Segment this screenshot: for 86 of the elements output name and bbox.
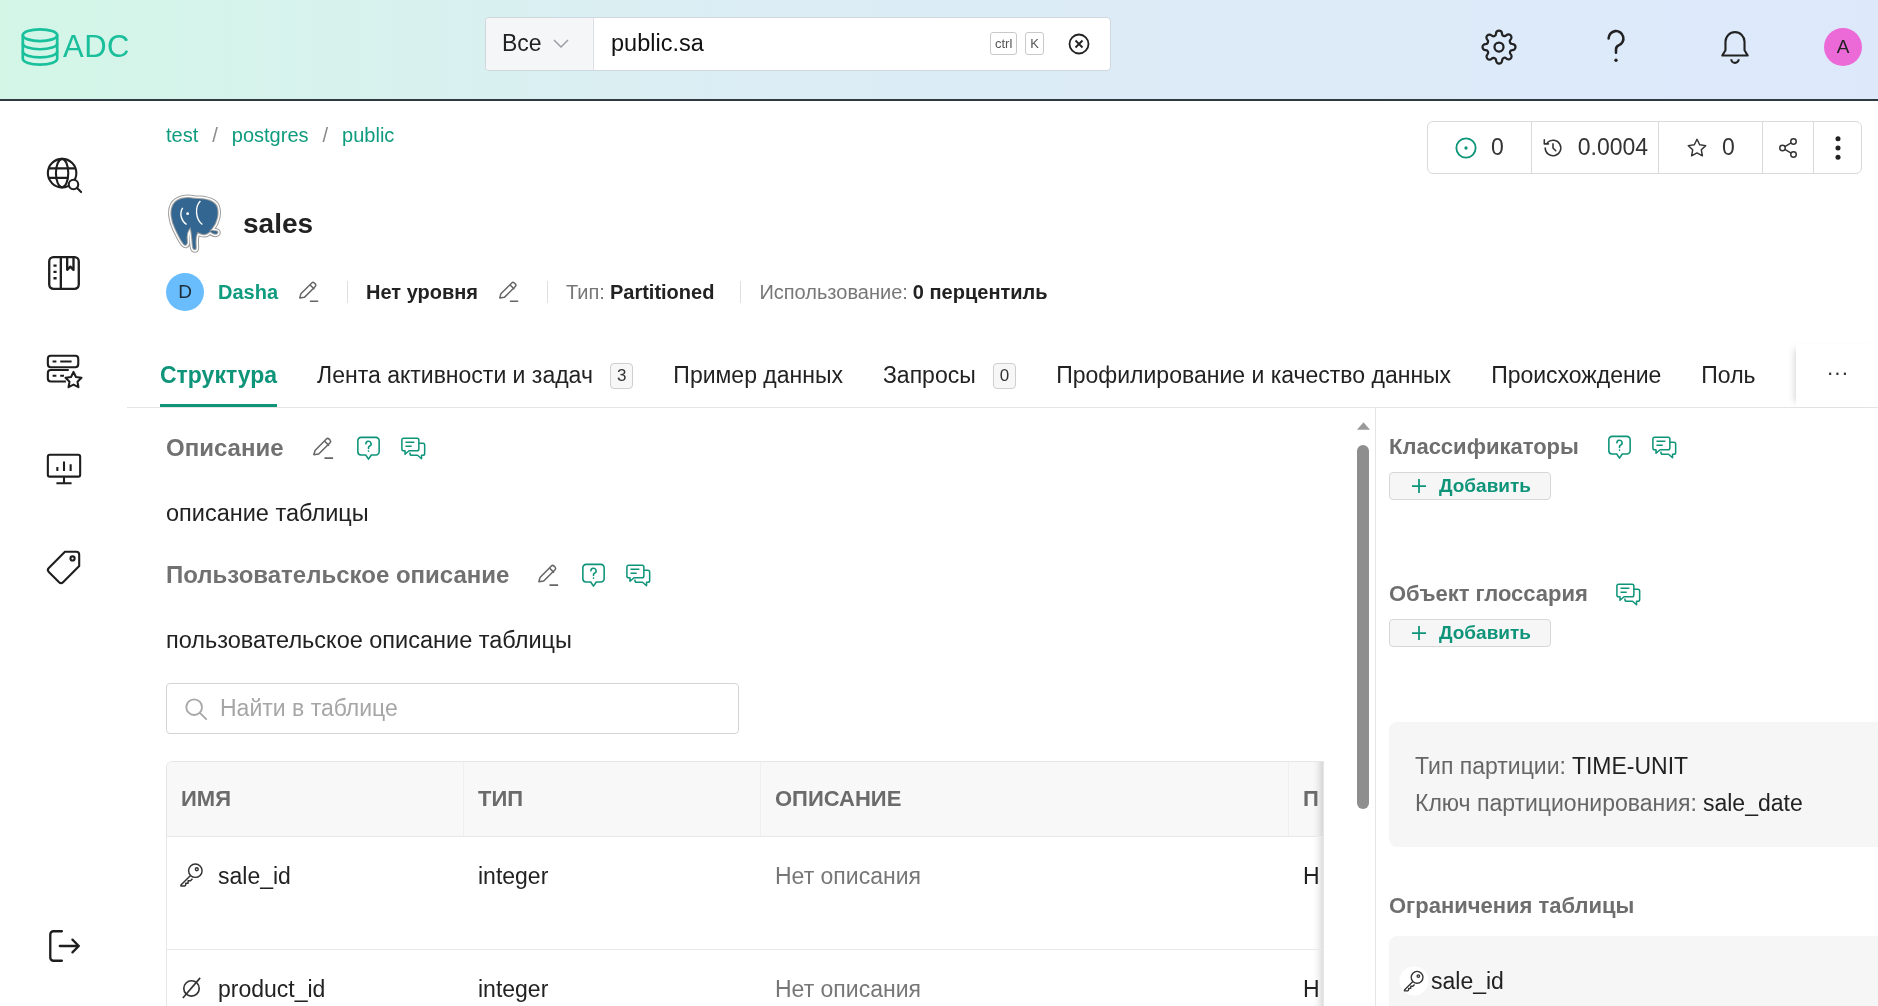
type-label: Тип: bbox=[566, 280, 605, 304]
table-cell: sale_id bbox=[218, 864, 291, 888]
section-title: Пользовательское описание bbox=[166, 561, 510, 589]
tag-icon[interactable] bbox=[44, 548, 83, 586]
scroll-up-arrow-icon[interactable] bbox=[1357, 422, 1370, 430]
column-header: ОПИСАНИЕ bbox=[761, 762, 1289, 836]
key-icon bbox=[179, 862, 204, 887]
help-bubble-icon[interactable] bbox=[1606, 434, 1632, 460]
help-icon[interactable] bbox=[1605, 28, 1627, 65]
description-text: описание таблицы bbox=[166, 500, 370, 526]
field-label: Тип партиции: bbox=[1415, 753, 1566, 779]
add-button[interactable]: Добавить bbox=[1389, 472, 1551, 500]
search-icon bbox=[184, 696, 208, 721]
plus-icon bbox=[1412, 626, 1426, 640]
table-cell-text: integer bbox=[477, 975, 550, 1004]
elephant-icon bbox=[166, 194, 223, 253]
tab[interactable]: Поль bbox=[1701, 344, 1756, 407]
field-value: sale_date bbox=[1702, 790, 1803, 816]
table-cell-text: Нет описания bbox=[774, 862, 922, 891]
user-avatar[interactable]: A bbox=[1824, 27, 1862, 66]
tab[interactable]: Происхождение bbox=[1491, 344, 1662, 407]
section-title: Классификаторы bbox=[1389, 434, 1579, 460]
scrollbar-thumb[interactable] bbox=[1357, 445, 1369, 809]
share-icon bbox=[1777, 136, 1799, 159]
breadcrumb-separator: / bbox=[322, 123, 329, 147]
column-header: ИМЯ bbox=[167, 762, 464, 836]
table-title: sales bbox=[243, 207, 314, 240]
add-button[interactable]: Добавить bbox=[1389, 619, 1551, 647]
section-title: Описание bbox=[166, 434, 284, 462]
usage-value: 0 перцентиль bbox=[912, 280, 1048, 304]
shortcut-key: K bbox=[1025, 32, 1044, 55]
breadcrumb-link[interactable]: postgres bbox=[231, 123, 309, 147]
usage-label: Использование: bbox=[759, 280, 908, 304]
comments-icon[interactable] bbox=[626, 562, 652, 588]
database-logo-icon bbox=[20, 27, 60, 66]
circle-dot-icon bbox=[1455, 136, 1478, 159]
count-badge: 3 bbox=[609, 362, 634, 389]
comments-icon[interactable] bbox=[1615, 581, 1641, 607]
column-header: П bbox=[1302, 785, 1320, 813]
user-description-text: пользовательское описание таблицы bbox=[166, 627, 573, 653]
globe-search-icon[interactable] bbox=[44, 156, 83, 194]
more-vertical-icon bbox=[1834, 135, 1841, 160]
scope-dropdown[interactable]: Все bbox=[486, 17, 594, 70]
field-label: Ключ партиционирования: bbox=[1415, 790, 1697, 816]
section-title: Ограничения таблицы bbox=[1389, 892, 1636, 920]
type-value: Partitioned bbox=[609, 280, 715, 304]
field-value: TIME-UNIT bbox=[1571, 753, 1689, 779]
history-icon bbox=[1541, 136, 1564, 159]
favorite-button[interactable]: 0 bbox=[1659, 122, 1763, 173]
owner-avatar: D bbox=[166, 273, 204, 311]
table-cell-text: integer bbox=[477, 862, 550, 891]
help-bubble-icon[interactable] bbox=[355, 435, 381, 461]
history-button[interactable]: 0.0004 bbox=[1532, 122, 1659, 173]
tab[interactable]: Профилирование и качество данных bbox=[1056, 344, 1452, 407]
clear-icon[interactable] bbox=[1068, 32, 1090, 55]
edit-icon[interactable] bbox=[310, 435, 336, 461]
table-cell-text: Н bbox=[1302, 862, 1321, 891]
star-icon bbox=[1686, 136, 1709, 159]
tab[interactable]: Запросы 0 bbox=[882, 344, 1017, 407]
column-header: ТИП bbox=[464, 762, 761, 836]
comments-icon[interactable] bbox=[1651, 434, 1677, 460]
constraint-column: sale_id bbox=[1431, 967, 1504, 995]
tab[interactable]: Пример данных bbox=[673, 344, 843, 407]
count-badge: 0 bbox=[992, 362, 1017, 389]
table-cell-text: Н bbox=[1302, 975, 1321, 1004]
slashed-circle-icon bbox=[179, 975, 204, 1000]
bell-icon[interactable] bbox=[1719, 28, 1751, 65]
help-bubble-icon[interactable] bbox=[581, 562, 607, 588]
key-icon bbox=[1399, 966, 1429, 996]
shortcut-key: ctrl bbox=[990, 32, 1018, 55]
search-field[interactable]: public.sa bbox=[594, 17, 990, 70]
watch-button[interactable]: 0 bbox=[1428, 122, 1532, 173]
tab[interactable]: Структура bbox=[160, 344, 278, 407]
chevron-down-icon bbox=[552, 39, 569, 48]
breadcrumb-separator: / bbox=[212, 123, 218, 147]
logo-text: ADC bbox=[63, 28, 130, 65]
section-title: Объект глоссария bbox=[1389, 581, 1588, 607]
level-text: Нет уровня bbox=[366, 280, 479, 304]
table-cell: product_id bbox=[218, 977, 326, 1001]
more-tabs-button[interactable]: ··· bbox=[1795, 344, 1878, 407]
plus-icon bbox=[1412, 479, 1426, 493]
settings-icon[interactable] bbox=[1481, 28, 1517, 65]
table-cell-text: Нет описания bbox=[774, 975, 922, 1004]
list-star-icon[interactable] bbox=[44, 352, 83, 390]
tab[interactable]: Лента активности и задач 3 bbox=[317, 344, 634, 407]
comments-icon[interactable] bbox=[400, 435, 426, 461]
